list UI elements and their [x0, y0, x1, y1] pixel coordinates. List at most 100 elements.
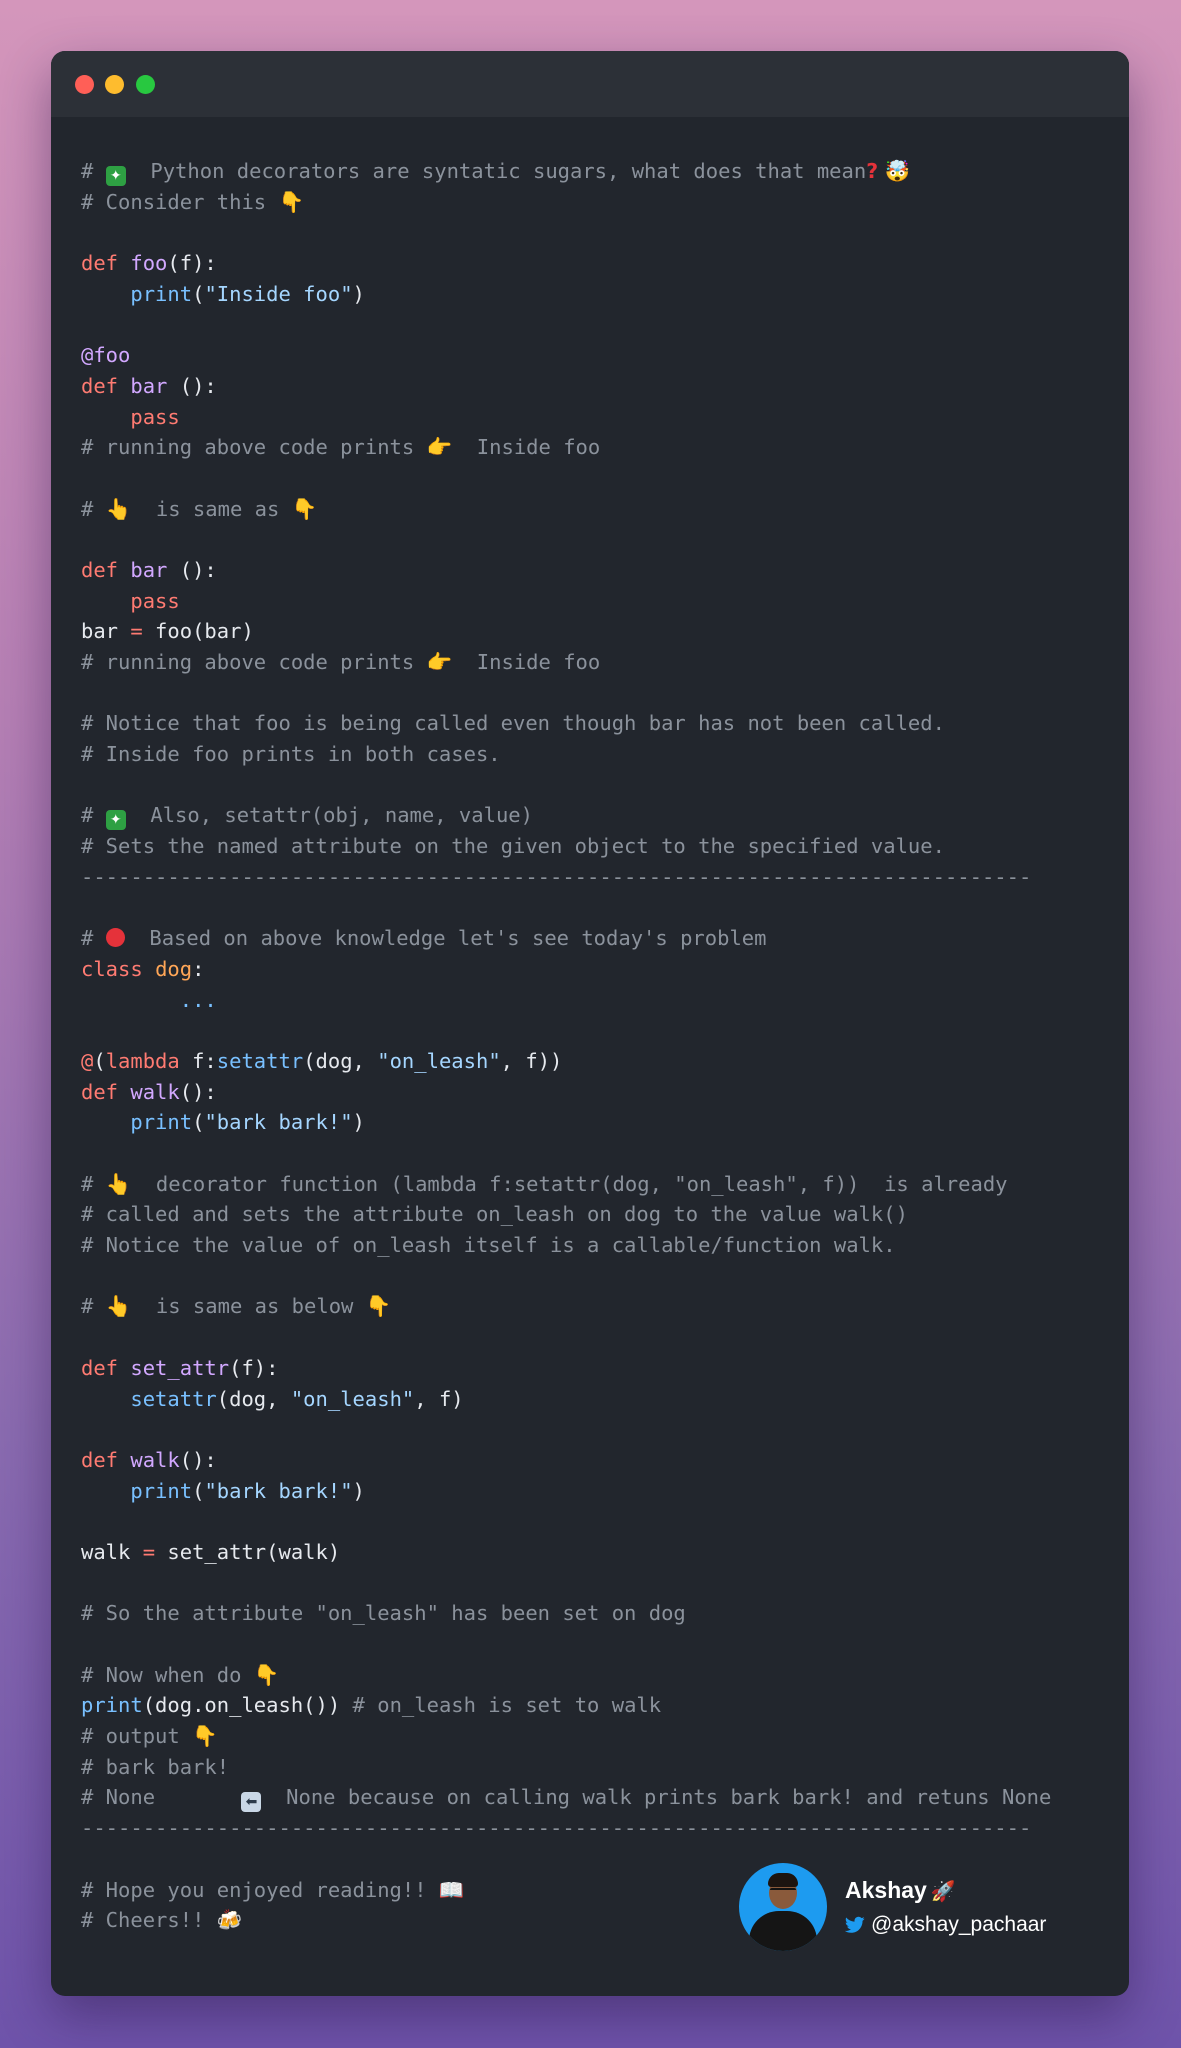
code-token: #	[81, 803, 106, 828]
code-line: # ✦ Python decorators are syntatic sugar…	[81, 156, 1119, 187]
code-line: # Sets the named attribute on the given …	[81, 831, 1119, 862]
author-handle[interactable]: @akshay_pachaar	[845, 1913, 1046, 1937]
code-token: (	[192, 281, 205, 306]
code-token: print	[130, 1110, 193, 1135]
code-token: # Inside foo prints in both cases.	[81, 742, 501, 767]
emo-q-icon: ?	[866, 159, 879, 183]
code-line: class dog:	[81, 954, 1119, 985]
code-line: def walk():	[81, 1445, 1119, 1476]
code-line: print("bark bark!")	[81, 1107, 1119, 1138]
emo-face-icon: 🤯	[878, 159, 911, 183]
code-token: # running above code prints	[81, 435, 427, 460]
code-token: # on_leash is set to walk	[352, 1693, 662, 1718]
code-line: ----------------------------------------…	[81, 862, 1119, 893]
code-line: pass	[81, 402, 1119, 433]
twitter-icon	[845, 1916, 865, 1933]
code-line: def walk():	[81, 1077, 1119, 1108]
code-line: setattr(dog, "on_leash", f)	[81, 1384, 1119, 1415]
code-token: # So the attribute "on_leash" has been s…	[81, 1601, 686, 1626]
code-token: # output	[81, 1724, 193, 1749]
code-line: # running above code prints 👉 Inside foo	[81, 432, 1119, 463]
code-token: setattr	[130, 1386, 217, 1411]
hand-emoji-icon: 👉	[426, 435, 453, 460]
author-name: Akshay 🚀	[845, 1877, 956, 1904]
code-token: @	[81, 1048, 94, 1073]
emo-sq-icon: ✦	[105, 166, 126, 186]
hand-emoji-icon: 👆	[105, 1171, 132, 1196]
code-token: # bark bark!	[81, 1754, 230, 1779]
code-token: def	[81, 1447, 131, 1472]
code-line: # running above code prints 👉 Inside foo	[81, 647, 1119, 678]
code-token: def	[81, 373, 131, 398]
code-line: # Based on above knowledge let's see tod…	[81, 923, 1119, 954]
code-line: # None ⬅ None because on calling walk pr…	[81, 1782, 1119, 1813]
close-button[interactable]	[75, 75, 94, 94]
maximize-button[interactable]	[136, 75, 155, 94]
code-token: dog	[155, 956, 193, 981]
code-line: # Notice that foo is being called even t…	[81, 708, 1119, 739]
code-token: walk	[130, 1447, 180, 1472]
code-token: "bark bark!"	[204, 1478, 353, 1503]
emo-arrow-icon: ⬅	[241, 1792, 262, 1813]
minimize-button[interactable]	[105, 75, 124, 94]
code-token: ----------------------------------------…	[81, 1816, 1032, 1841]
code-token: # Consider this	[81, 189, 279, 214]
code-token: None because on calling walk prints bark…	[261, 1785, 1052, 1810]
code-token: print	[130, 1478, 193, 1503]
code-token: (f):	[167, 251, 217, 276]
window-titlebar	[51, 51, 1129, 117]
code-token: walk	[81, 1539, 143, 1564]
code-token: def	[81, 557, 131, 582]
code-token: Inside foo	[452, 435, 601, 460]
code-token: )	[352, 1478, 365, 1503]
code-token: # None	[81, 1785, 242, 1810]
code-token: # Sets the named attribute on the given …	[81, 834, 945, 859]
code-token: @foo	[81, 343, 131, 368]
code-token: "on_leash"	[290, 1386, 415, 1411]
code-token: #	[81, 496, 106, 521]
code-token: decorator function (lambda f:setattr(dog…	[131, 1171, 1008, 1196]
code-token: ():	[179, 1447, 217, 1472]
code-line: # ✦ Also, setattr(obj, name, value)	[81, 800, 1119, 831]
code-token: foo(bar)	[142, 619, 254, 644]
code-token: Based on above knowledge let's see today…	[124, 926, 767, 951]
code-token: (f):	[229, 1355, 279, 1380]
code-token: # Notice the value of on_leash itself is…	[81, 1233, 896, 1258]
code-token: :	[192, 956, 205, 981]
code-line: print("Inside foo")	[81, 279, 1119, 310]
code-token: setattr	[216, 1048, 304, 1073]
code-token: (dog,	[303, 1048, 378, 1073]
code-token: Python decorators are syntatic sugars, w…	[125, 159, 867, 183]
code-line: # 👆 is same as below 👇	[81, 1291, 1119, 1322]
code-line: # 👆 decorator function (lambda f:setattr…	[81, 1169, 1119, 1200]
code-line: @foo	[81, 340, 1119, 371]
hand-emoji-icon: 👇	[253, 1662, 280, 1687]
code-token: foo	[130, 251, 168, 276]
code-token: # Cheers!!	[81, 1908, 217, 1933]
code-token: "on_leash"	[377, 1048, 501, 1073]
hand-emoji-icon: 👆	[105, 1294, 132, 1319]
code-token: # Hope you enjoyed reading!!	[81, 1877, 439, 1902]
hand-emoji-icon: 👆	[105, 496, 132, 521]
code-token: #	[81, 1294, 106, 1319]
emo-book-icon: 📖	[438, 1877, 465, 1902]
code-token: pass	[130, 588, 180, 613]
code-token: (	[192, 1478, 205, 1503]
code-line: # called and sets the attribute on_leash…	[81, 1199, 1119, 1230]
code-token: walk	[130, 1079, 180, 1104]
code-token: (	[93, 1048, 106, 1073]
hand-emoji-icon: 👇	[365, 1294, 392, 1319]
code-token: f:	[179, 1048, 217, 1073]
code-token: def	[81, 1355, 131, 1380]
